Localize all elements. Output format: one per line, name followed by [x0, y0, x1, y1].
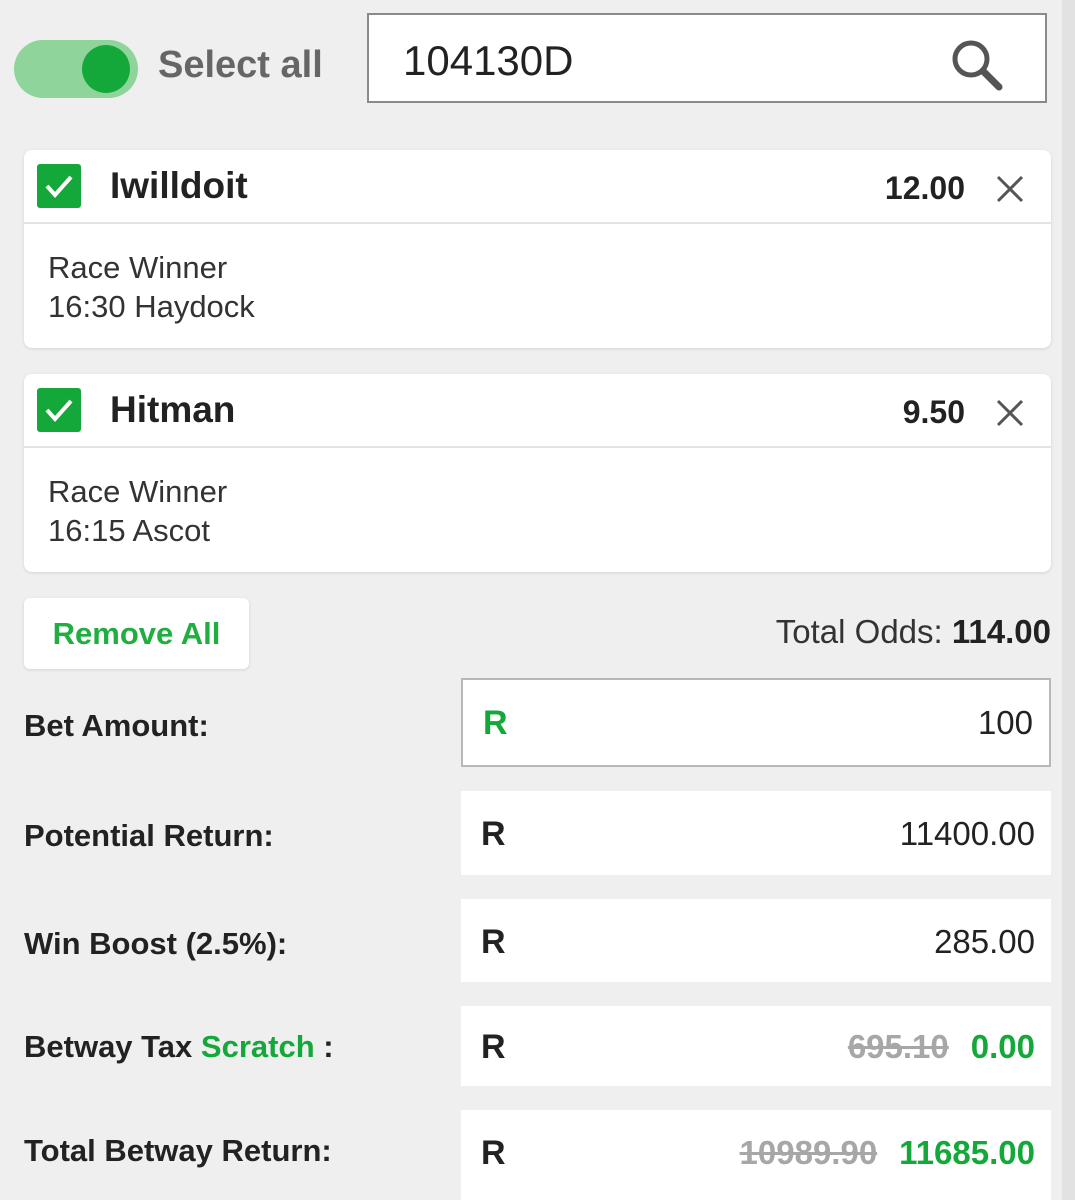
- checkmark-icon: [45, 399, 73, 423]
- bet-amount-label: Bet Amount:: [24, 708, 209, 743]
- search-input[interactable]: 104130D: [367, 13, 1047, 103]
- currency-symbol: R: [481, 923, 506, 961]
- close-icon[interactable]: [995, 398, 1025, 428]
- tax-label-highlight: Scratch: [200, 1029, 315, 1064]
- total-return-values: 10989.90 11685.00: [740, 1134, 1035, 1172]
- select-all-toggle[interactable]: [14, 40, 138, 98]
- bet-card: Hitman 9.50 Race Winner 16:15 Ascot: [24, 374, 1051, 572]
- potential-return-box: R 11400.00: [461, 791, 1051, 875]
- event-name: 16:15 Ascot: [48, 513, 211, 548]
- remove-all-button[interactable]: Remove All: [24, 598, 249, 669]
- total-return-old-value: 10989.90: [739, 1134, 878, 1171]
- bet-amount-input[interactable]: R 100: [461, 678, 1051, 767]
- win-boost-value: 285.00: [934, 923, 1035, 960]
- bet-card-body: Race Winner 16:30 Haydock: [24, 224, 1051, 348]
- event-name: 16:30 Haydock: [48, 289, 255, 324]
- search-icon[interactable]: [947, 35, 1005, 93]
- selection-name: Hitman: [110, 389, 236, 430]
- total-return-label: Total Betway Return:: [24, 1133, 332, 1168]
- total-odds: Total Odds: 114.00: [776, 613, 1051, 651]
- currency-symbol: R: [481, 1134, 506, 1172]
- selection-odds: 9.50: [902, 394, 965, 430]
- toggle-knob: [82, 45, 130, 93]
- tax-scratch-label: Betway Tax Scratch :: [24, 1029, 334, 1065]
- currency-symbol: R: [481, 1028, 506, 1066]
- total-return-new-value: 11685.00: [899, 1134, 1035, 1171]
- close-icon[interactable]: [995, 174, 1025, 204]
- selection-odds: 12.00: [884, 170, 965, 206]
- select-all-label: Select all: [158, 44, 323, 86]
- potential-return-label: Potential Return:: [24, 818, 274, 853]
- bet-amount-value: 100: [977, 704, 1033, 741]
- tax-box: R 695.10 0.00: [461, 1006, 1051, 1086]
- tax-label-prefix: Betway Tax: [24, 1029, 193, 1064]
- scrollbar[interactable]: [1062, 0, 1075, 1200]
- win-boost-label: Win Boost (2.5%):: [24, 926, 288, 961]
- bet-card-header: Hitman 9.50: [24, 374, 1051, 448]
- bet-checkbox[interactable]: [37, 388, 81, 432]
- tax-new-value: 0.00: [970, 1028, 1035, 1065]
- total-odds-label: Total Odds:: [775, 613, 943, 650]
- currency-symbol: R: [483, 704, 508, 742]
- tax-old-value: 695.10: [847, 1028, 949, 1065]
- search-value: 104130D: [403, 37, 574, 84]
- currency-symbol: R: [481, 815, 506, 853]
- total-return-box: R 10989.90 11685.00: [461, 1110, 1051, 1200]
- selection-name: Iwilldoit: [110, 165, 248, 206]
- total-odds-value: 114.00: [951, 613, 1051, 650]
- checkmark-icon: [45, 175, 73, 199]
- market-name: Race Winner: [48, 250, 228, 285]
- bet-checkbox[interactable]: [37, 164, 81, 208]
- tax-values: 695.10 0.00: [848, 1028, 1035, 1066]
- bet-card-body: Race Winner 16:15 Ascot: [24, 448, 1051, 572]
- potential-return-value: 11400.00: [899, 815, 1035, 852]
- win-boost-box: R 285.00: [461, 899, 1051, 982]
- market-name: Race Winner: [48, 474, 228, 509]
- bet-card-header: Iwilldoit 12.00: [24, 150, 1051, 224]
- tax-label-suffix: :: [314, 1029, 334, 1064]
- bet-card: Iwilldoit 12.00 Race Winner 16:30 Haydoc…: [24, 150, 1051, 348]
